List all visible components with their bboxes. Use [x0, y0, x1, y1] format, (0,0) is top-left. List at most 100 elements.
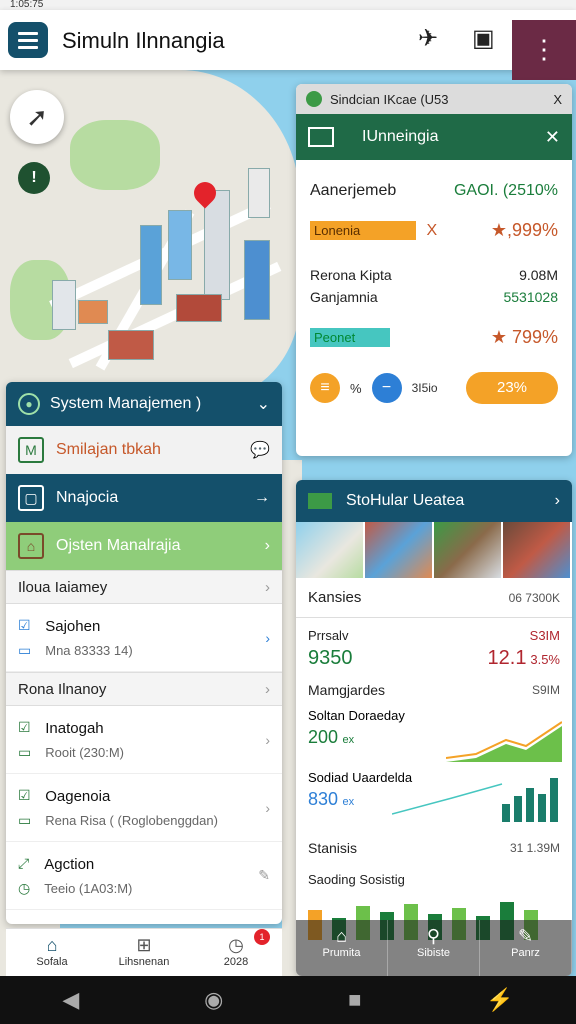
- nav-building[interactable]: ⊞ Lihsnenan: [98, 929, 190, 976]
- stat-row: 9350 12.1 3.5%: [296, 647, 572, 670]
- stat-row: Prrsalv S3IM: [296, 628, 572, 643]
- stat-label: Rerona Kipta: [310, 267, 392, 283]
- menu-row-system[interactable]: ⌂ Ojsten Manalrajia ›: [6, 522, 282, 570]
- photo-thumbnail[interactable]: [434, 522, 503, 578]
- menu-icon: [18, 31, 38, 35]
- photo-thumbnail[interactable]: [503, 522, 572, 578]
- minus-icon[interactable]: −: [371, 373, 402, 403]
- control-label: %: [350, 380, 362, 396]
- leaf-icon: ●: [18, 393, 40, 415]
- bar-chart-bar: [550, 778, 558, 822]
- system-navigation-bar: ◀ ◉ ■ ⚡: [0, 976, 576, 1024]
- chevron-right-icon: ›: [554, 492, 560, 509]
- nav-label: 2028: [223, 956, 249, 968]
- tag-icon: ▭: [18, 743, 32, 760]
- nav-label: Lihsnenan: [118, 956, 170, 968]
- stat-row: Lonenia X ★,999%: [310, 220, 558, 241]
- info-icon[interactable]: !: [18, 162, 50, 194]
- action-button[interactable]: ⚲ Sibiste: [388, 920, 480, 976]
- close-icon[interactable]: ✕: [545, 127, 560, 148]
- close-icon[interactable]: X: [553, 92, 562, 107]
- building-icon: ⌂: [18, 533, 44, 559]
- map-icon: M: [18, 437, 44, 463]
- panel-title: System Manajemen ): [50, 395, 202, 412]
- card-title: IUnneingia: [362, 128, 439, 145]
- photo-strip[interactable]: [296, 522, 572, 578]
- stat-value: S3IM: [529, 628, 560, 643]
- status-time: 1:05:75: [10, 0, 44, 10]
- more-icon[interactable]: ⋮: [512, 20, 576, 80]
- list-item[interactable]: ☑ ▭ Oagenoia Rena Risa ( (Roglobenggdan) …: [6, 774, 282, 842]
- stat-row: Aanerjemeb GAOI. (2510%: [310, 182, 558, 200]
- recents-icon[interactable]: ■: [348, 987, 361, 1013]
- panel-header[interactable]: ● System Manajemen ) ⌄: [6, 382, 282, 426]
- map-building: [176, 294, 222, 322]
- bar-chart-bar: [538, 794, 546, 822]
- stat-value: GAOI. (2510%: [453, 182, 558, 199]
- stat-row: Saoding Sosistig: [296, 872, 572, 887]
- home-icon: ⌂: [46, 935, 58, 955]
- bolt-icon[interactable]: ⚡: [486, 987, 513, 1013]
- action-label: Prumita: [322, 947, 361, 959]
- card-actions: ⌂ Prumita ⚲ Sibiste ✎ Panrz: [296, 920, 572, 976]
- home-icon[interactable]: ◉: [204, 987, 223, 1013]
- big-value: 12.1: [487, 647, 527, 669]
- window-icon: ▢: [18, 485, 44, 511]
- chevron-right-icon: ›: [265, 731, 270, 748]
- item-title: Inatogah: [45, 719, 104, 737]
- building-icon: ⊞: [136, 935, 152, 955]
- nav-label: Sofala: [36, 956, 68, 968]
- back-icon[interactable]: ◀: [62, 987, 79, 1013]
- list-icon[interactable]: ≡: [310, 373, 340, 403]
- list-item[interactable]: ☑ ▭ Sajohen Mna 83333 14) ›: [6, 604, 282, 672]
- map-building: [244, 240, 270, 320]
- action-button[interactable]: ⌂ Prumita: [296, 920, 388, 976]
- chevron-right-icon: ›: [265, 680, 270, 698]
- chevron-right-icon: ›: [264, 537, 270, 554]
- chevron-right-icon: ›: [265, 799, 270, 816]
- navigation-button[interactable]: ➚: [10, 90, 64, 144]
- menu-button[interactable]: [8, 22, 48, 58]
- stat-value: 9.08M: [519, 267, 558, 283]
- stat-row: Peonet ★ 799%: [310, 327, 558, 348]
- notification-badge: 1: [254, 929, 270, 945]
- list-item[interactable]: ☑ ▭ Inatogah Rooit (230:M) ›: [6, 706, 282, 774]
- expand-icon: ⤢: [18, 854, 30, 871]
- menu-row-simulation[interactable]: M Smilajan tbkah 💬: [6, 426, 282, 474]
- bar-chart-bar: [502, 804, 510, 822]
- card-tab[interactable]: Sindcian IKcae (U53 X: [296, 84, 572, 114]
- check-icon: ☑: [18, 786, 31, 803]
- list-item[interactable]: ⤢ ◷ Agction Teeio (1A03:M) ✎: [6, 842, 282, 910]
- stat-label: Mamgjardes: [308, 682, 386, 698]
- stat-value: 830: [308, 789, 339, 809]
- menu-row-navigation[interactable]: ▢ Nnajocia →: [6, 474, 282, 522]
- item-title: Agction: [44, 855, 95, 873]
- collapse-icon[interactable]: ⌄: [257, 394, 270, 414]
- section-header[interactable]: Rona Ilnanoy ›: [6, 672, 282, 706]
- nav-home[interactable]: ⌂ Sofala: [6, 929, 98, 976]
- calendar-icon[interactable]: ▣: [472, 24, 495, 53]
- item-subtitle: Teeio (1A03:M): [44, 880, 133, 896]
- section-header[interactable]: Iloua Iaiamey ›: [6, 570, 282, 604]
- percent-button[interactable]: 23%: [466, 372, 558, 404]
- nav-clock[interactable]: ◷ 1 2028: [190, 929, 282, 976]
- tag-icon: ▭: [18, 641, 32, 658]
- stat-suffix: ex: [342, 796, 355, 808]
- chart-icon: [308, 127, 334, 147]
- stat-row: Stanisis 31 1.39M: [296, 840, 572, 856]
- photo-thumbnail[interactable]: [365, 522, 434, 578]
- action-button[interactable]: ✎ Panrz: [480, 920, 572, 976]
- pin-icon[interactable]: ✈: [418, 24, 438, 53]
- map-building: [168, 210, 192, 280]
- bar-chart-bar: [514, 796, 522, 822]
- stat-value: 31 1.39M: [509, 841, 560, 855]
- photo-thumbnail[interactable]: [296, 522, 365, 578]
- big-value: 9350: [308, 647, 353, 669]
- stat-value: 200: [308, 727, 339, 747]
- management-card: Sindcian IKcae (U53 X IUnneingia ✕ Aaner…: [296, 84, 572, 456]
- map-building: [78, 300, 108, 324]
- card-title: StoHular Ueatea: [346, 492, 465, 509]
- stat-chip: Lonenia: [310, 221, 416, 240]
- bar-chart: [392, 778, 558, 822]
- card-header[interactable]: StoHular Ueatea ›: [296, 480, 572, 522]
